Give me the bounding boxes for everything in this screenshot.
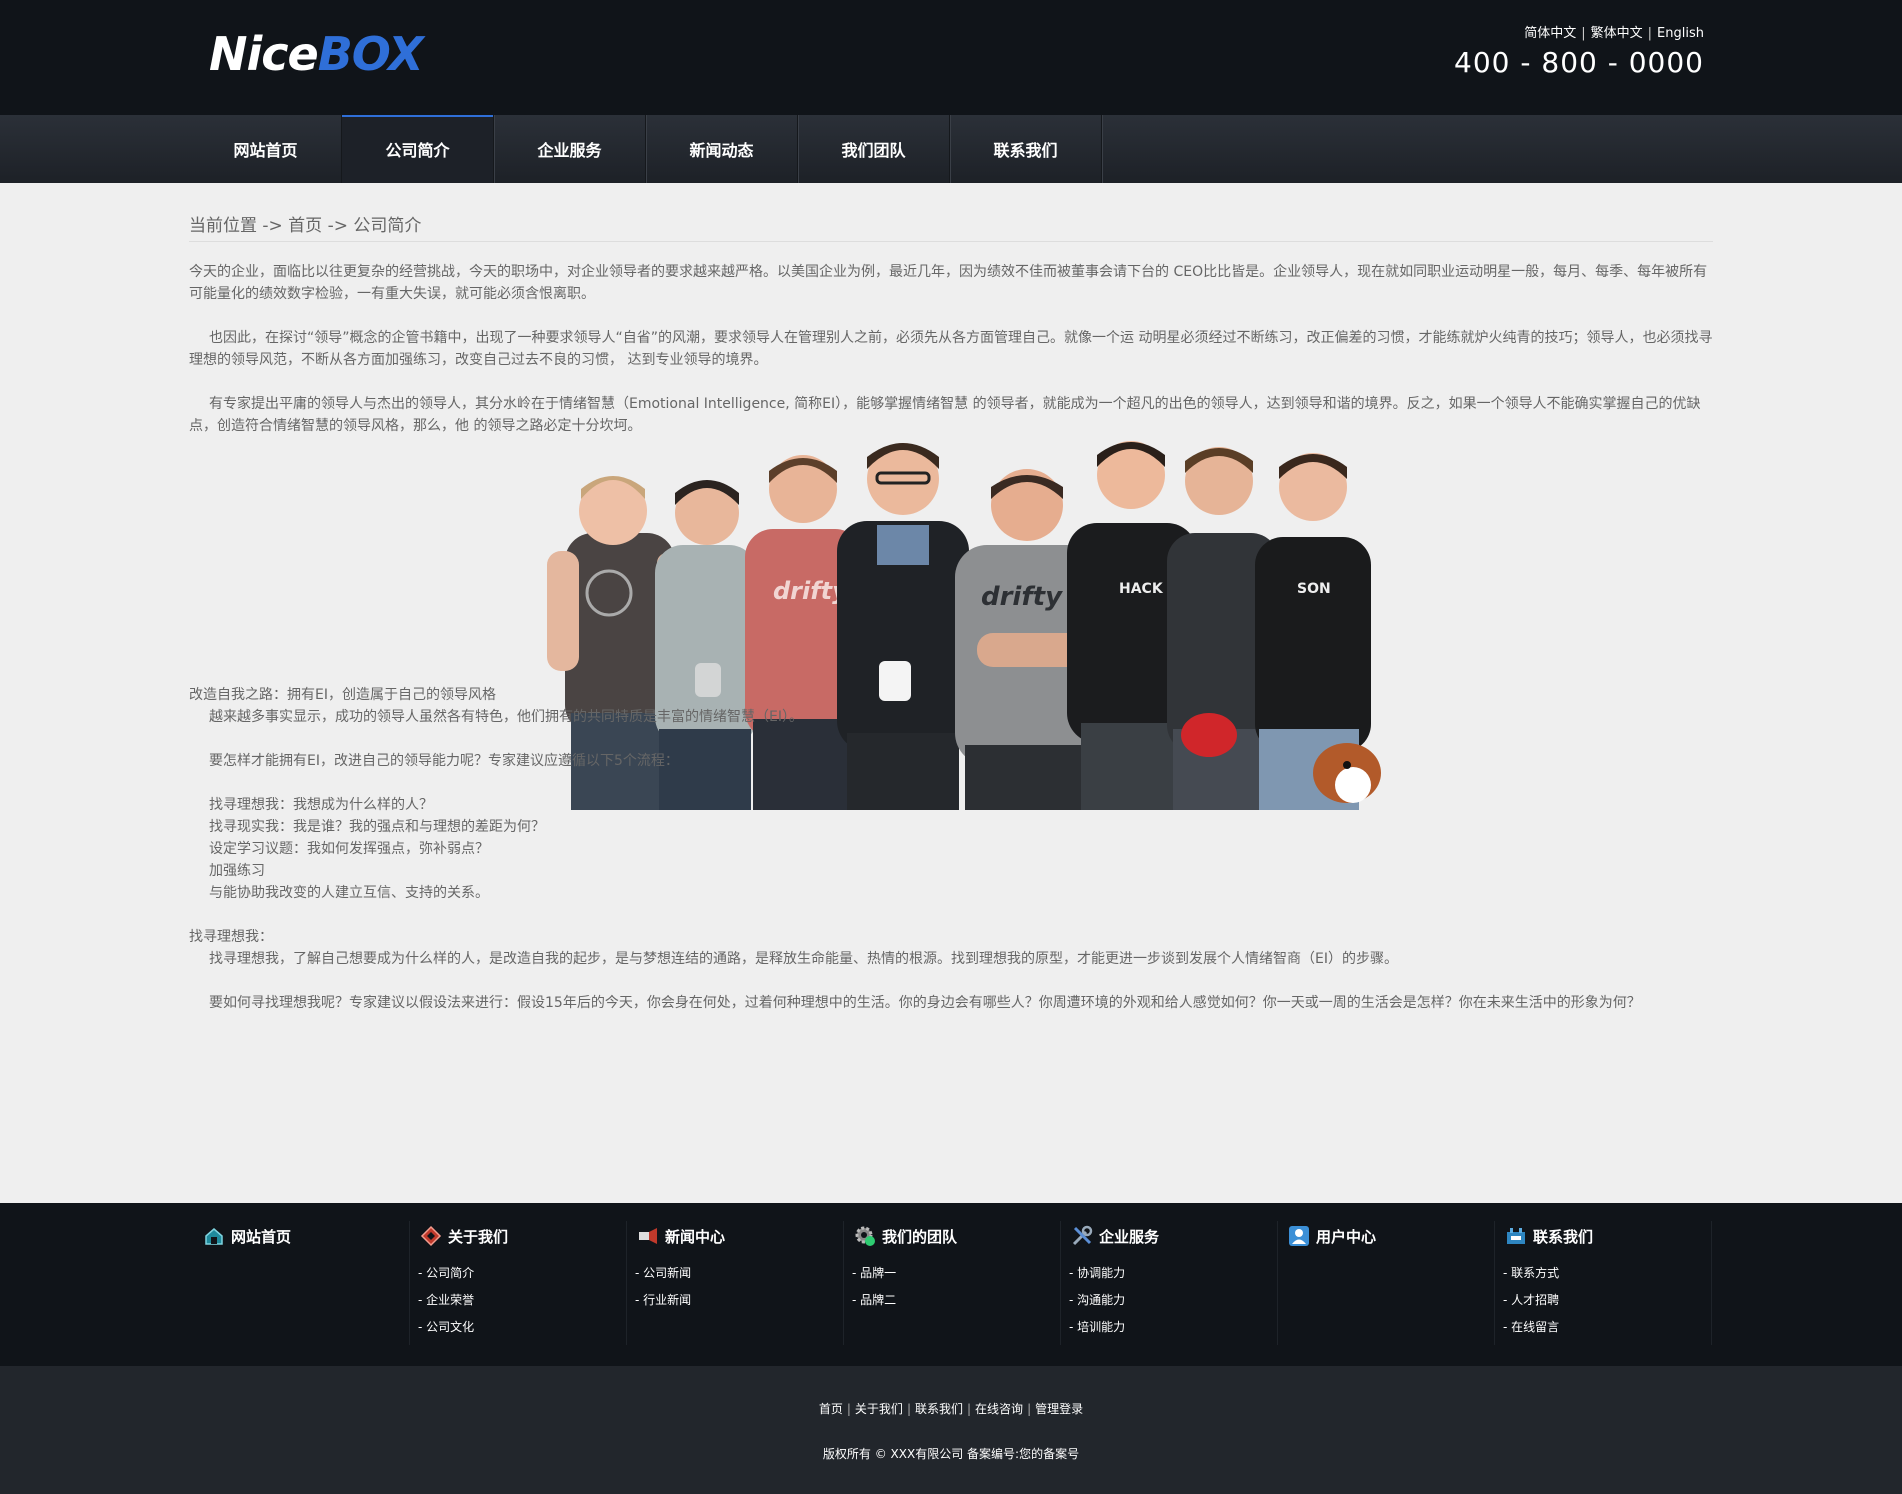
nav-item-home[interactable]: 网站首页 bbox=[190, 115, 342, 183]
footer-link[interactable]: - 公司文化 bbox=[418, 1319, 474, 1346]
nav-item-news[interactable]: 新闻动态 bbox=[646, 115, 798, 183]
footer-col-about: 关于我们 - 公司简介 - 企业荣誉 - 公司文化 bbox=[410, 1221, 627, 1345]
language-switcher: 简体中文 | 繁体中文 | English bbox=[1524, 26, 1704, 41]
article-paragraph-1: 今天的企业，面临比以往更复杂的经营挑战，今天的职场中，对企业领导者的要求越来越严… bbox=[189, 264, 1708, 302]
footer-col-home-title[interactable]: 网站首页 bbox=[203, 1225, 291, 1247]
footer-col-services-title[interactable]: 企业服务 bbox=[1071, 1225, 1159, 1247]
section-2-line-2: 要如何寻找理想我呢？专家建议以假设法来进行：假设15年后的今天，你会身在何处，过… bbox=[209, 995, 1641, 1011]
footer-col-about-title[interactable]: 关于我们 bbox=[420, 1225, 508, 1247]
footer-link[interactable]: - 行业新闻 bbox=[635, 1292, 691, 1319]
bottom-link-contact[interactable]: 联系我们 bbox=[915, 1402, 963, 1416]
svg-text:drifty: drifty bbox=[981, 582, 1063, 612]
section-1-line-1: 越来越多事实显示，成功的领导人虽然各有特色，他们拥有的共同特质是丰富的情绪智慧（… bbox=[209, 709, 803, 725]
diamond-icon bbox=[420, 1225, 442, 1247]
footer-link[interactable]: - 协调能力 bbox=[1069, 1265, 1125, 1292]
nav-item-about[interactable]: 公司简介 bbox=[342, 115, 494, 183]
step-item: 找寻理想我：我想成为什么样的人？ bbox=[209, 797, 433, 813]
svg-text:HACK: HACK bbox=[1119, 581, 1164, 597]
bottom-link-consult[interactable]: 在线咨询 bbox=[975, 1402, 1023, 1416]
nav-item-team[interactable]: 我们团队 bbox=[798, 115, 950, 183]
article-paragraph-2: 也因此，在探讨“领导”概念的企管书籍中，出现了一种要求领导人“自省”的风潮，要求… bbox=[189, 330, 1713, 368]
footer-link[interactable]: - 品牌一 bbox=[852, 1265, 896, 1292]
lang-simplified-link[interactable]: 简体中文 bbox=[1524, 26, 1576, 41]
copyright-text: 版权所有 © XXX有限公司 备案编号:您的备案号 bbox=[822, 1447, 1080, 1461]
footer-link[interactable]: - 品牌二 bbox=[852, 1292, 896, 1319]
svg-text:SON: SON bbox=[1297, 581, 1331, 597]
logo-text-box: BOX bbox=[317, 27, 424, 81]
footer-link[interactable]: - 培训能力 bbox=[1069, 1319, 1125, 1346]
logo-text-nice: Nice bbox=[209, 27, 319, 81]
bottom-link-admin[interactable]: 管理登录 bbox=[1035, 1402, 1083, 1416]
step-item: 设定学习议题：我如何发挥强点，弥补弱点？ bbox=[209, 841, 489, 857]
footer-col-user: 用户中心 bbox=[1278, 1221, 1495, 1345]
footer-link[interactable]: - 公司新闻 bbox=[635, 1265, 691, 1292]
footer-link[interactable]: - 公司简介 bbox=[418, 1265, 474, 1292]
footer-link[interactable]: - 企业荣誉 bbox=[418, 1292, 474, 1319]
tools-icon bbox=[1072, 1225, 1093, 1246]
nav-item-contact[interactable]: 联系我们 bbox=[950, 115, 1102, 183]
footer-col-home: 网站首页 bbox=[193, 1221, 410, 1345]
bottom-link-home[interactable]: 首页 bbox=[819, 1402, 843, 1416]
article-paragraph-3: 有专家提出平庸的领导人与杰出的领导人，其分水岭在于情绪智慧（Emotional … bbox=[189, 396, 1701, 434]
footer-col-contact-title[interactable]: 联系我们 bbox=[1505, 1225, 1593, 1247]
nav-item-services[interactable]: 企业服务 bbox=[494, 115, 646, 183]
breadcrumb: 当前位置 -> 首页 -> 公司简介 bbox=[189, 216, 422, 236]
footer-col-news-title[interactable]: 新闻中心 bbox=[637, 1225, 725, 1247]
section-1-line-2: 要怎样才能拥有EI，改进自己的领导能力呢？专家建议应遵循以下5个流程： bbox=[209, 753, 679, 769]
footer-link[interactable]: - 在线留言 bbox=[1503, 1319, 1559, 1346]
site-logo[interactable]: NiceBOX bbox=[209, 24, 424, 84]
user-icon bbox=[1289, 1226, 1309, 1246]
home-icon bbox=[205, 1228, 223, 1245]
gear-icon bbox=[855, 1226, 875, 1246]
footer-col-services: 企业服务 - 协调能力 - 沟通能力 - 培训能力 bbox=[1061, 1221, 1278, 1345]
footer-col-team-title[interactable]: 我们的团队 bbox=[854, 1225, 957, 1247]
bottom-link-about[interactable]: 关于我们 bbox=[855, 1402, 903, 1416]
step-item: 找寻现实我：我是谁？我的强点和与理想的差距为何？ bbox=[209, 819, 545, 835]
megaphone-icon bbox=[639, 1228, 657, 1244]
contact-icon bbox=[1507, 1228, 1525, 1244]
lang-traditional-link[interactable]: 繁体中文 bbox=[1591, 26, 1643, 41]
step-item: 与能协助我改变的人建立互信、支持的关系。 bbox=[209, 885, 489, 901]
footer-link[interactable]: - 沟通能力 bbox=[1069, 1292, 1125, 1319]
footer-nav: 网站首页 关于我们 - 公司简介 - 企业荣誉 - 公司文化 新闻中心 - 公司… bbox=[0, 1203, 1902, 1366]
step-item: 加强练习 bbox=[209, 863, 265, 879]
section-2-title: 找寻理想我： bbox=[189, 929, 273, 945]
phone-number: 400 - 800 - 0000 bbox=[1454, 46, 1704, 79]
footer-link[interactable]: - 人才招聘 bbox=[1503, 1292, 1559, 1319]
lang-english-link[interactable]: English bbox=[1657, 26, 1704, 41]
footer-col-contact: 联系我们 - 联系方式 - 人才招聘 - 在线留言 bbox=[1495, 1221, 1712, 1345]
main-nav: 网站首页 公司简介 企业服务 新闻动态 我们团队 联系我们 bbox=[0, 115, 1902, 183]
section-2-line-1: 找寻理想我，了解自己想要成为什么样的人，是改造自我的起步，是与梦想连结的通路，是… bbox=[209, 951, 1398, 967]
bottom-links: 首页 | 关于我们 | 联系我们 | 在线咨询 | 管理登录 bbox=[818, 1402, 1084, 1416]
footer-col-team: 我们的团队 - 品牌一 - 品牌二 bbox=[844, 1221, 1061, 1345]
footer-col-news: 新闻中心 - 公司新闻 - 行业新闻 bbox=[627, 1221, 844, 1345]
site-header: NiceBOX 简体中文 | 繁体中文 | English 400 - 800 - 00… bbox=[0, 0, 1902, 115]
footer-link[interactable]: - 联系方式 bbox=[1503, 1265, 1559, 1292]
footer-col-user-title[interactable]: 用户中心 bbox=[1288, 1225, 1376, 1247]
footer-bottom: 首页 | 关于我们 | 联系我们 | 在线咨询 | 管理登录 版权所有 © XXX有限公司 备案… bbox=[0, 1366, 1902, 1494]
section-1-title: 改造自我之路：拥有EI，创造属于自己的领导风格 bbox=[189, 687, 496, 703]
breadcrumb-divider bbox=[189, 241, 1713, 242]
